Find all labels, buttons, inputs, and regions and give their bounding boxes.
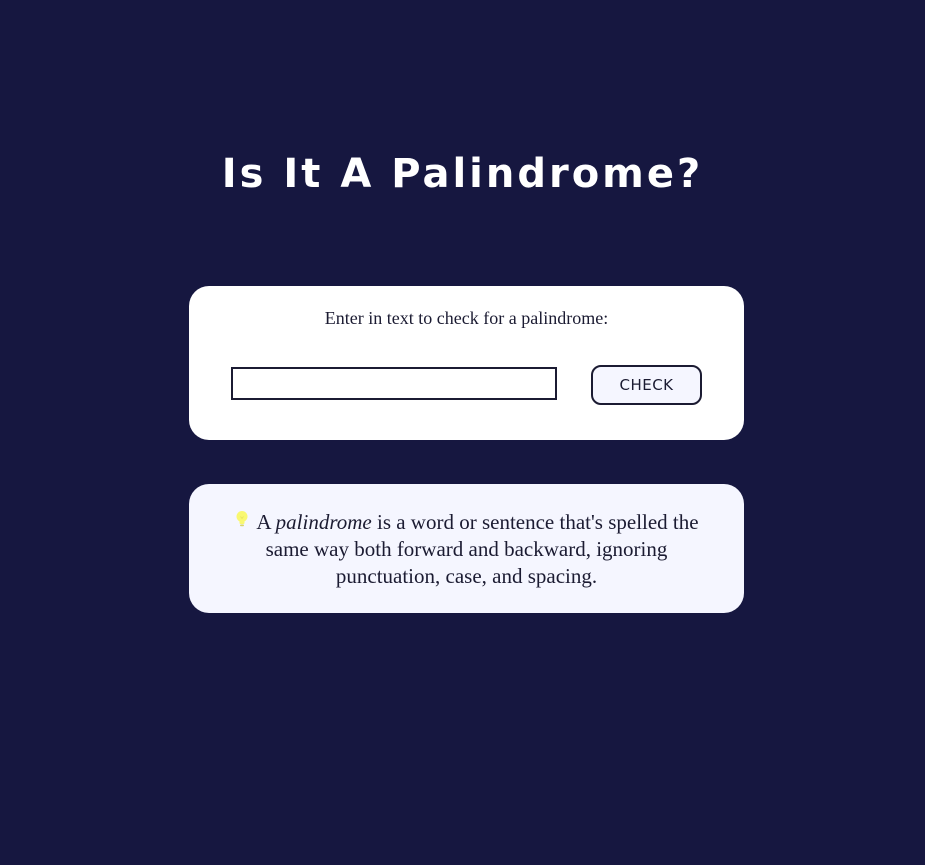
input-label: Enter in text to check for a palindrome: xyxy=(324,308,609,328)
info-card: A palindrome is a word or sentence that'… xyxy=(189,484,744,613)
info-prefix: A xyxy=(256,510,276,534)
check-button[interactable]: CHECK xyxy=(591,365,702,405)
lightbulb-icon xyxy=(234,508,250,527)
info-emphasis: palindrome xyxy=(275,510,372,534)
text-input[interactable] xyxy=(231,367,557,400)
page-title: Is It A Palindrome? xyxy=(221,151,704,197)
info-text: A palindrome is a word or sentence that'… xyxy=(221,508,712,590)
checker-card: Enter in text to check for a palindrome:… xyxy=(189,286,744,440)
